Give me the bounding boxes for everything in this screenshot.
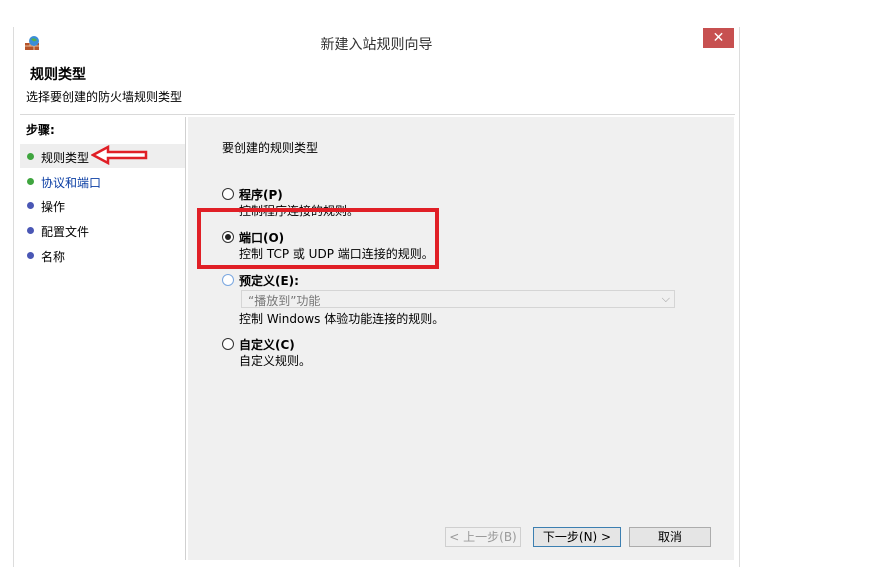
step-label: 协议和端口 (41, 176, 102, 190)
radio-program[interactable] (222, 188, 234, 200)
step-label: 配置文件 (41, 225, 90, 239)
step-label: 操作 (41, 200, 66, 214)
steps-pane: 步骤: 规则类型 协议和端口 操作 配置文件 名称 (20, 117, 186, 560)
step-status-dot (27, 227, 34, 234)
option-title: 预定义(E): (239, 274, 299, 288)
step-status-dot (27, 153, 34, 160)
rule-type-question: 要创建的规则类型 (222, 141, 319, 155)
page-subtitle: 选择要创建的防火墙规则类型 (26, 90, 183, 104)
step-label: 名称 (41, 250, 66, 264)
option-description: 自定义规则。 (239, 354, 312, 368)
chevron-down-icon: ⌵ (661, 292, 670, 305)
option-title: 自定义(C) (239, 338, 295, 352)
title-bar[interactable]: 新建入站规则向导 ✕ (14, 27, 739, 57)
option-description: 控制 Windows 体验功能连接的规则。 (239, 312, 445, 326)
steps-title: 步骤: (26, 123, 55, 137)
wizard-dialog: 新建入站规则向导 ✕ 规则类型 选择要创建的防火墙规则类型 步骤: 规则类型 协… (13, 27, 740, 567)
back-button[interactable]: < 上一步(B) (445, 527, 521, 547)
annotation-highlight-box (197, 208, 439, 269)
radio-custom[interactable] (222, 338, 234, 350)
wizard-header: 规则类型 选择要创建的防火墙规则类型 (20, 58, 735, 115)
annotation-arrow-icon (91, 145, 148, 165)
step-status-dot (27, 252, 34, 259)
page-title: 规则类型 (30, 67, 86, 83)
option-title: 程序(P) (239, 188, 283, 202)
radio-predefined[interactable] (222, 274, 234, 286)
cancel-button[interactable]: 取消 (629, 527, 711, 547)
predefined-select-value: “播放到”功能 (248, 294, 321, 308)
next-button[interactable]: 下一步(N) > (533, 527, 621, 547)
step-profile: 配置文件 (20, 218, 185, 242)
close-button[interactable]: ✕ (703, 28, 734, 48)
main-pane: 要创建的规则类型 程序(P) 控制程序连接的规则。 端口(O) 控制 TCP 或… (188, 117, 734, 560)
predefined-select[interactable]: “播放到”功能 ⌵ (241, 290, 675, 308)
step-status-dot (27, 202, 34, 209)
step-name: 名称 (20, 243, 185, 267)
step-label: 规则类型 (41, 151, 90, 165)
window-title: 新建入站规则向导 (320, 37, 433, 53)
step-action: 操作 (20, 193, 185, 217)
step-protocol-ports[interactable]: 协议和端口 (20, 169, 185, 193)
step-status-dot (27, 178, 34, 185)
